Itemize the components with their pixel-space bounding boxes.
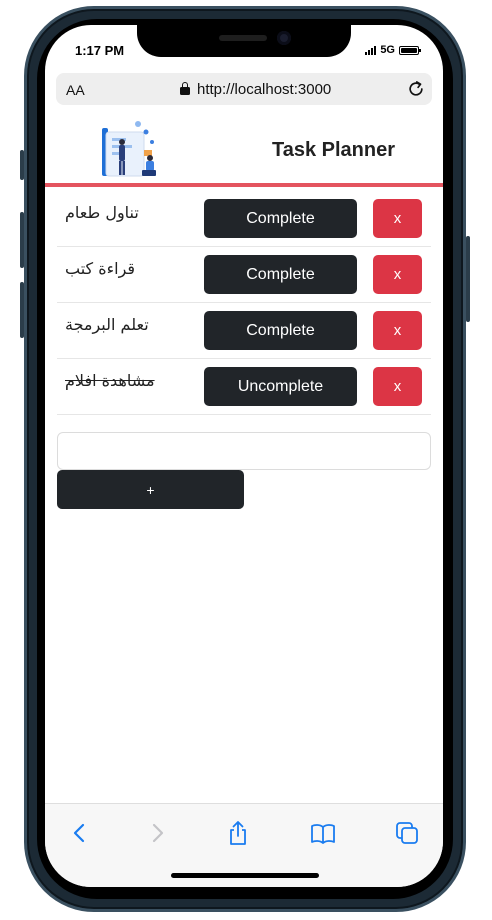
uncomplete-button[interactable]: Uncomplete (204, 367, 357, 406)
task-text: قراءة كتب (65, 259, 136, 278)
back-icon[interactable] (67, 820, 93, 846)
forward-icon[interactable] (144, 820, 170, 846)
phone-screen: 1:17 PM 5G AA http://localhost:3000 Task… (45, 25, 443, 887)
delete-button[interactable]: x (373, 311, 422, 350)
task-text-completed: مشاهدة افلام (65, 371, 155, 390)
task-text: تعلم البرمجة (65, 315, 149, 334)
volume-up-button (20, 212, 24, 268)
delete-button[interactable]: x (373, 367, 422, 406)
share-icon[interactable] (225, 820, 251, 846)
delete-button[interactable]: x (373, 199, 422, 238)
front-camera (277, 31, 291, 45)
text-size-button[interactable]: AA (66, 82, 85, 98)
mute-switch (20, 150, 24, 180)
task-row: قراءة كتب Complete x (57, 247, 431, 303)
team-planning-illustration (102, 121, 156, 177)
battery-icon (399, 45, 421, 55)
power-button (466, 236, 470, 322)
bookmarks-icon[interactable] (310, 820, 336, 846)
complete-button[interactable]: Complete (204, 199, 357, 238)
task-row: مشاهدة افلام Uncomplete x (57, 359, 431, 415)
new-task-input[interactable] (57, 432, 431, 470)
reload-icon[interactable] (406, 79, 426, 99)
lock-icon (180, 82, 190, 95)
notch (137, 25, 351, 57)
delete-button[interactable]: x (373, 255, 422, 294)
address-bar[interactable]: AA http://localhost:3000 (56, 73, 432, 105)
complete-button[interactable]: Complete (204, 311, 357, 350)
task-row: تناول طعام Complete x (57, 191, 431, 247)
task-list: تناول طعام Complete x قراءة كتب Complete… (57, 191, 431, 415)
volume-down-button (20, 282, 24, 338)
complete-button[interactable]: Complete (204, 255, 357, 294)
task-row: تعلم البرمجة Complete x (57, 303, 431, 359)
task-text: تناول طعام (65, 203, 139, 222)
status-indicators: 5G (365, 44, 421, 56)
signal-icon (365, 45, 377, 55)
url-text[interactable]: http://localhost:3000 (197, 81, 331, 98)
home-indicator (171, 873, 319, 878)
speaker-grille (219, 35, 267, 41)
app-header: Task Planner (45, 117, 443, 187)
network-label: 5G (380, 44, 395, 56)
tabs-icon[interactable] (394, 820, 420, 846)
status-time: 1:17 PM (75, 43, 125, 58)
app-title: Task Planner (272, 139, 396, 161)
add-task-button[interactable]: + (57, 470, 244, 509)
